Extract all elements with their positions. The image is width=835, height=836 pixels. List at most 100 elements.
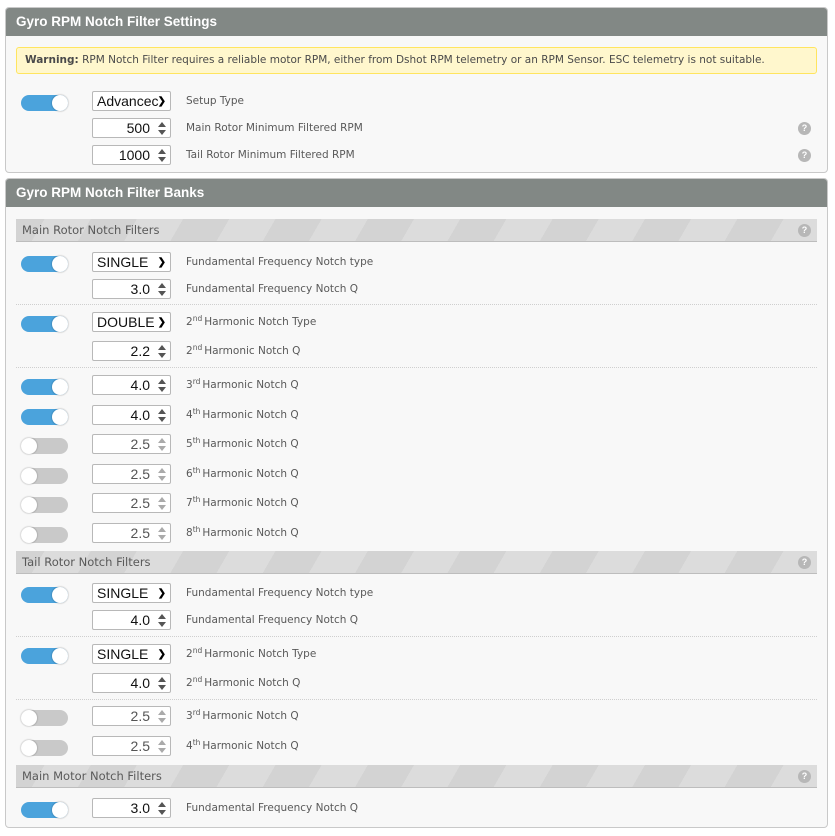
spinner-arrows-icon[interactable] [157,344,167,358]
harmonic-q-label: 3rd Harmonic Notch Q [186,708,299,722]
harmonic-q-label: 7th Harmonic Notch Q [186,495,299,510]
harmonic-row: 2.5 6th Harmonic Notch Q [6,463,827,487]
tail-fund-type-label: Fundamental Frequency Notch type [186,587,374,599]
spinner-arrows-icon[interactable] [157,613,167,627]
select-value: SINGLE [97,254,149,270]
tail-fund-q-label: Fundamental Frequency Notch Q [186,614,359,626]
input-value: 4.0 [130,406,150,423]
setup-type-row: Advancec ❯ Setup Type [6,90,827,114]
spinner-arrows-icon[interactable] [157,408,167,422]
harmonic-row: 2.5 3rd Harmonic Notch Q [6,705,827,729]
spinner-arrows-icon[interactable] [157,378,167,392]
panel-title: Gyro RPM Notch Filter Banks [6,179,827,207]
main-min-rpm-value: 500 [126,120,150,136]
help-icon[interactable]: ? [798,770,811,783]
divider [16,304,817,305]
spinner-arrows-icon[interactable] [157,526,167,540]
spinner-arrows-icon[interactable] [157,676,167,690]
main-fund-type-row: SINGLE ❯ Fundamental Frequency Notch typ… [6,251,827,275]
harmonic-q-input[interactable]: 2.5 [92,706,171,726]
help-icon[interactable]: ? [798,556,811,569]
section-title: Main Rotor Notch Filters [22,223,160,237]
harmonic-q-label: 5th Harmonic Notch Q [186,436,299,451]
main-min-rpm-input[interactable]: 500 [92,118,171,138]
harmonic-row: 2.5 5th Harmonic Notch Q [6,433,827,457]
main-h2-q-input[interactable]: 2.2 [92,341,171,361]
tail-fund-type-select[interactable]: SINGLE ❯ [92,583,171,603]
main-fund-type-label: Fundamental Frequency Notch type [186,256,374,268]
harmonic-row: 2.5 4th Harmonic Notch Q [6,735,827,759]
tail-h2-type-select[interactable]: SINGLE ❯ [92,644,171,664]
harmonic-row: 2.5 8th Harmonic Notch Q [6,522,827,546]
rpm-filter-settings-panel: Gyro RPM Notch Filter Settings Warning: … [5,7,828,173]
divider [16,636,817,637]
tail-min-rpm-row: 1000 Tail Rotor Minimum Filtered RPM ? [6,144,827,168]
tail-fund-q-input[interactable]: 4.0 [92,610,171,630]
spinner-arrows-icon[interactable] [157,739,167,753]
harmonic-enable-toggle[interactable] [21,710,68,726]
tail-min-rpm-input[interactable]: 1000 [92,145,171,165]
motor-fund-enable-toggle[interactable] [21,802,68,818]
input-value: 2.5 [130,436,150,453]
harmonic-row: 4.0 3rd Harmonic Notch Q [6,374,827,398]
chevron-down-icon: ❯ [157,96,166,107]
harmonic-q-input[interactable]: 4.0 [92,375,171,395]
help-icon[interactable]: ? [798,122,811,135]
harmonic-enable-toggle[interactable] [21,740,68,756]
spinner-arrows-icon[interactable] [157,496,167,511]
divider [16,367,817,368]
spinner-arrows-icon[interactable] [157,437,167,452]
setup-type-select[interactable]: Advancec ❯ [92,91,171,111]
main-h2-type-select[interactable]: DOUBLE ❯ [92,312,171,332]
main-fund-q-row: 3.0 Fundamental Frequency Notch Q [6,278,827,302]
harmonic-q-input[interactable]: 2.5 [92,493,171,514]
main-fund-enable-toggle[interactable] [21,256,68,272]
input-value: 4.0 [130,377,150,393]
input-value: 4.0 [130,612,150,628]
spinner-arrows-icon[interactable] [157,148,167,162]
help-icon[interactable]: ? [798,149,811,162]
input-value: 3.0 [130,800,150,816]
section-title: Tail Rotor Notch Filters [22,555,151,569]
main-h2-enable-toggle[interactable] [21,316,68,332]
main-rotor-section-header: Main Rotor Notch Filters ? [16,219,817,242]
input-value: 2.5 [130,525,150,541]
main-fund-q-label: Fundamental Frequency Notch Q [186,283,359,295]
input-value: 2.5 [130,495,150,512]
harmonic-enable-toggle[interactable] [21,527,68,543]
harmonic-q-input[interactable]: 4.0 [92,404,171,425]
spinner-arrows-icon[interactable] [157,121,167,135]
chevron-down-icon: ❯ [157,649,166,660]
spinner-arrows-icon[interactable] [157,282,167,296]
main-min-rpm-row: 500 Main Rotor Minimum Filtered RPM ? [6,117,827,141]
tail-h2-q-input[interactable]: 4.0 [92,673,171,693]
harmonic-q-input[interactable]: 2.5 [92,523,171,543]
select-value: DOUBLE [97,314,155,330]
help-icon[interactable]: ? [798,224,811,237]
harmonic-q-label: 4th Harmonic Notch Q [186,738,299,752]
chevron-down-icon: ❯ [157,257,166,268]
harmonic-enable-toggle[interactable] [21,379,68,395]
spinner-arrows-icon[interactable] [157,709,167,723]
tail-min-rpm-value: 1000 [118,147,150,163]
harmonic-enable-toggle[interactable] [21,497,68,514]
harmonic-q-input[interactable]: 2.5 [92,736,171,756]
tail-fund-enable-toggle[interactable] [21,587,68,603]
rpm-filter-enable-toggle[interactable] [21,95,68,111]
tail-h2-enable-toggle[interactable] [21,648,68,664]
main-fund-type-select[interactable]: SINGLE ❯ [92,252,171,272]
harmonic-enable-toggle[interactable] [21,408,68,425]
harmonic-enable-toggle[interactable] [21,438,68,455]
warning-label: Warning: [25,54,79,66]
spinner-arrows-icon[interactable] [157,467,167,481]
harmonic-q-input[interactable]: 2.5 [92,434,171,455]
main-fund-q-input[interactable]: 3.0 [92,279,171,299]
motor-fund-q-input[interactable]: 3.0 [92,798,171,818]
harmonic-enable-toggle[interactable] [21,467,68,484]
panel-title: Gyro RPM Notch Filter Settings [6,8,827,36]
harmonic-q-input[interactable]: 2.5 [92,463,171,484]
warning-note: Warning: RPM Notch Filter requires a rel… [16,47,817,74]
chevron-down-icon: ❯ [157,588,166,599]
main-min-rpm-label: Main Rotor Minimum Filtered RPM [186,122,363,134]
spinner-arrows-icon[interactable] [157,801,167,815]
